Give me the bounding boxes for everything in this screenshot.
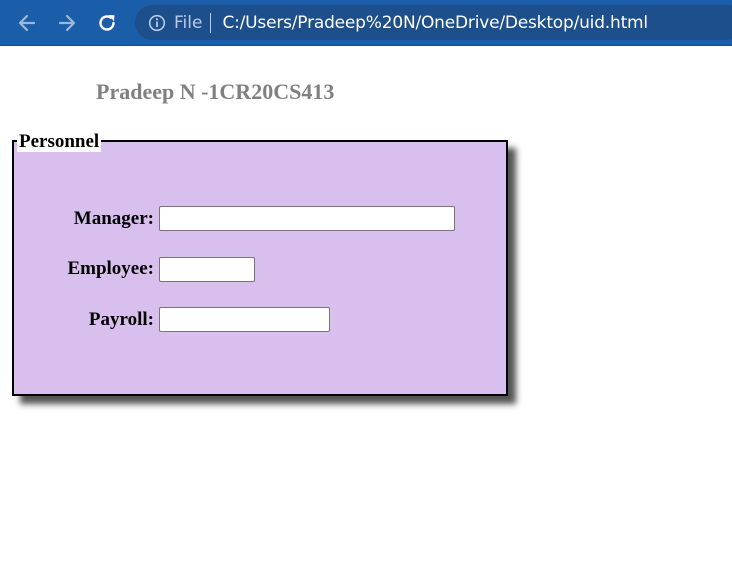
forward-button[interactable]	[52, 8, 82, 38]
employee-label: Employee:	[67, 258, 154, 279]
fieldset-legend: Personnel	[17, 131, 102, 152]
reload-icon	[99, 15, 115, 31]
forward-arrow-icon	[58, 14, 76, 32]
back-button[interactable]	[12, 8, 42, 38]
employee-input[interactable]	[159, 257, 255, 282]
info-icon[interactable]	[148, 14, 166, 32]
scheme-label: File	[174, 12, 203, 33]
reload-button[interactable]	[92, 8, 122, 38]
manager-input[interactable]	[159, 206, 455, 231]
payroll-input[interactable]	[159, 307, 330, 332]
back-arrow-icon	[18, 14, 36, 32]
url-text[interactable]: C:/Users/Pradeep%20N/OneDrive/Desktop/ui…	[222, 13, 648, 33]
payroll-label: Payroll:	[88, 309, 154, 330]
browser-toolbar: File C:/Users/Pradeep%20N/OneDrive/Deskt…	[0, 0, 732, 46]
address-bar[interactable]: File C:/Users/Pradeep%20N/OneDrive/Deskt…	[135, 5, 732, 40]
address-separator	[210, 12, 212, 33]
manager-label: Manager:	[73, 208, 154, 229]
page-heading: Pradeep N -1CR20CS413	[96, 79, 335, 104]
